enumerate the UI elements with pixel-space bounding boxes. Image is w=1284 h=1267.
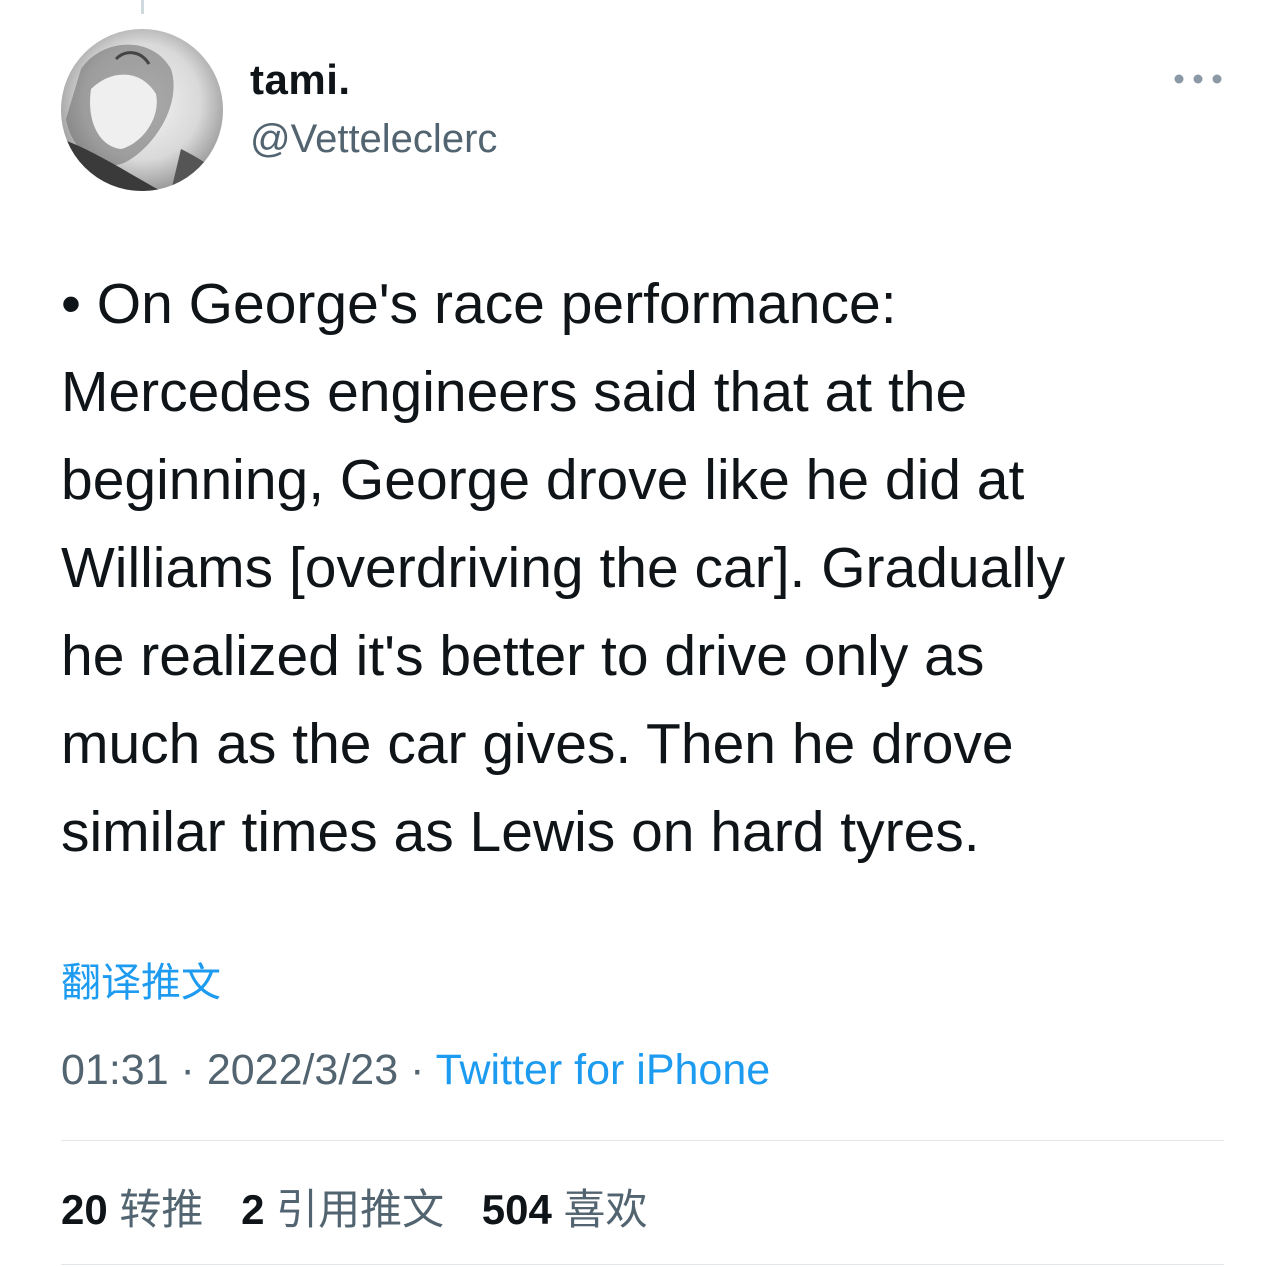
likes-label: 喜欢 bbox=[563, 1186, 648, 1233]
divider bbox=[61, 1264, 1224, 1265]
divider bbox=[61, 1140, 1224, 1141]
retweets-count: 20 bbox=[61, 1186, 108, 1233]
display-name[interactable]: tami. bbox=[250, 56, 351, 104]
meta-separator: · bbox=[398, 1046, 436, 1094]
quotes-count: 2 bbox=[241, 1186, 265, 1233]
quotes-label: 引用推文 bbox=[276, 1186, 445, 1233]
tweet-stats: 20 转推 2 引用推文 504 喜欢 bbox=[61, 1176, 674, 1237]
more-options-button[interactable] bbox=[1168, 62, 1228, 96]
tweet-text: • On George's race performance: Mercedes… bbox=[61, 272, 1066, 864]
quotes-stat[interactable]: 2 引用推文 bbox=[241, 1186, 444, 1233]
tweet-time[interactable]: 01:31 bbox=[61, 1046, 169, 1094]
user-handle[interactable]: @Vetteleclerc bbox=[250, 117, 497, 162]
thread-connector-line bbox=[141, 0, 144, 14]
tweet-date[interactable]: 2022/3/23 bbox=[207, 1046, 398, 1094]
likes-stat[interactable]: 504 喜欢 bbox=[482, 1186, 648, 1233]
tweet-source-link[interactable]: Twitter for iPhone bbox=[436, 1046, 771, 1094]
avatar-image bbox=[61, 29, 223, 191]
more-horizontal-icon bbox=[1174, 74, 1222, 84]
likes-count: 504 bbox=[481, 1186, 552, 1233]
tweet-metadata: 01:31 · 2022/3/23 · Twitter for iPhone bbox=[61, 1046, 770, 1095]
retweets-stat[interactable]: 20 转推 bbox=[61, 1186, 203, 1233]
avatar[interactable] bbox=[61, 29, 223, 191]
translate-tweet-link[interactable]: 翻译推文 bbox=[61, 950, 221, 1008]
retweets-label: 转推 bbox=[119, 1186, 204, 1233]
meta-separator: · bbox=[168, 1046, 207, 1094]
